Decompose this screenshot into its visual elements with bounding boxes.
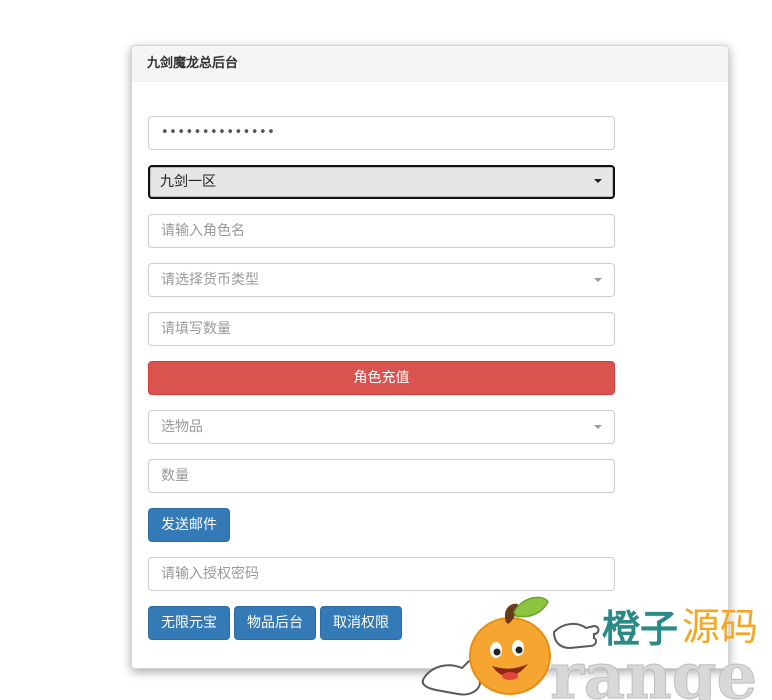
admin-panel: 九剑魔龙总后台 •••••••••••••• 九剑一区 请输入角色名 请选择货币… (131, 45, 729, 669)
password-mask: •••••••••••••• (161, 125, 276, 140)
chevron-down-icon (594, 278, 602, 282)
server-select-value: 九剑一区 (160, 174, 216, 190)
auth-password-input[interactable]: 请输入授权密码 (148, 557, 615, 591)
auth-password-placeholder: 请输入授权密码 (161, 566, 259, 582)
item-backend-button[interactable]: 物品后台 (234, 606, 316, 640)
currency-type-select[interactable]: 请选择货币类型 (148, 263, 615, 297)
send-mail-button[interactable]: 发送邮件 (148, 508, 230, 542)
panel-title: 九剑魔龙总后台 (132, 46, 728, 82)
item-quantity-input[interactable]: 数量 (148, 459, 615, 493)
password-field[interactable]: •••••••••••••• (148, 116, 615, 150)
currency-type-placeholder: 请选择货币类型 (161, 272, 259, 288)
item-select[interactable]: 选物品 (148, 410, 615, 444)
role-name-input[interactable]: 请输入角色名 (148, 214, 615, 248)
recharge-button[interactable]: 角色充值 (148, 361, 615, 395)
item-quantity-placeholder: 数量 (161, 468, 189, 484)
item-select-placeholder: 选物品 (161, 419, 203, 435)
orange-mascot-icon (469, 596, 551, 695)
role-name-placeholder: 请输入角色名 (161, 223, 245, 239)
orange-watermark-logo: 橙子 源码 range (421, 596, 758, 700)
server-select[interactable]: 九剑一区 (148, 165, 615, 199)
unlimited-ingot-button[interactable]: 无限元宝 (148, 606, 230, 640)
revoke-permission-button[interactable]: 取消权限 (320, 606, 402, 640)
watermark-en: range (550, 639, 757, 700)
quantity-placeholder: 请填写数量 (161, 321, 231, 337)
quantity-input[interactable]: 请填写数量 (148, 312, 615, 346)
chevron-down-icon (594, 179, 602, 183)
chevron-down-icon (594, 425, 602, 429)
